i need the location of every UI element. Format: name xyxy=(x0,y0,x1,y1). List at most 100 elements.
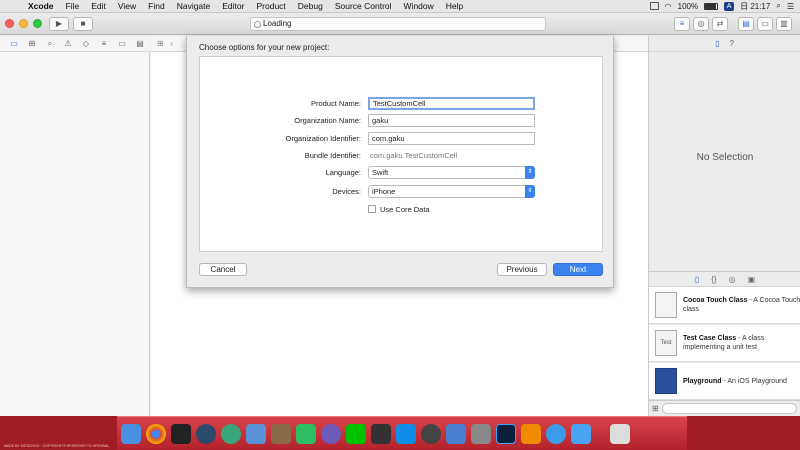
library-item-test-case-class[interactable]: Test Test Case Class - A class implement… xyxy=(649,325,800,362)
trash-icon[interactable] xyxy=(610,423,630,444)
menu-view[interactable]: View xyxy=(112,1,142,11)
unity-icon[interactable] xyxy=(371,423,391,444)
next-button[interactable]: Next xyxy=(553,263,603,276)
photoshop-icon[interactable] xyxy=(496,423,516,444)
no-selection-label: No Selection xyxy=(696,152,754,163)
teamviewer-icon[interactable] xyxy=(396,423,416,444)
use-core-data-checkbox[interactable] xyxy=(368,205,376,213)
terminal-icon[interactable] xyxy=(171,423,191,444)
stop-button[interactable]: ■ xyxy=(73,17,93,31)
menu-editor[interactable]: Editor xyxy=(216,1,250,11)
quick-help-icon[interactable]: ? xyxy=(729,39,733,48)
menu-find[interactable]: Find xyxy=(142,1,171,11)
file-template-library-icon[interactable]: ▯ xyxy=(695,275,699,284)
devices-row: Devices: iPhone ⇕ xyxy=(200,185,604,198)
object-library-icon[interactable]: ◎ xyxy=(729,275,736,284)
menu-debug[interactable]: Debug xyxy=(292,1,329,11)
menu-navigate[interactable]: Navigate xyxy=(171,1,217,11)
version-editor-icon[interactable]: ⇄ xyxy=(712,17,728,31)
bundle-identifier-row: Bundle Identifier: com.gaku.TestCustomCe… xyxy=(200,149,604,162)
devices-label: Devices: xyxy=(332,187,361,196)
menu-product[interactable]: Product xyxy=(250,1,291,11)
media-library-icon[interactable]: ▣ xyxy=(748,275,756,284)
test-navigator-icon[interactable]: ◇ xyxy=(81,39,91,48)
safari-icon[interactable] xyxy=(546,423,566,444)
xcode-icon[interactable] xyxy=(571,423,591,444)
grid-view-icon[interactable]: ⊞ xyxy=(652,404,659,413)
previous-button[interactable]: Previous xyxy=(497,263,547,276)
library-item-playground[interactable]: Playground - An iOS Playground xyxy=(649,363,800,400)
line-icon[interactable] xyxy=(346,423,366,444)
activity-viewer: Loading xyxy=(250,17,546,31)
organization-name-row: Organization Name: gaku xyxy=(200,114,604,127)
library-filter-input[interactable] xyxy=(661,403,797,414)
menu-window[interactable]: Window xyxy=(398,1,440,11)
language-row: Language: Swift ⇕ xyxy=(200,166,604,179)
back-icon[interactable]: ‹ xyxy=(170,39,173,48)
minimize-window-icon[interactable] xyxy=(19,19,28,28)
gimp-icon[interactable] xyxy=(271,423,291,444)
notification-center-icon[interactable]: ☰ xyxy=(787,2,794,11)
app-icon[interactable] xyxy=(421,423,441,444)
standard-editor-icon[interactable]: ≡ xyxy=(674,17,690,31)
spotlight-icon[interactable]: ⌕ xyxy=(776,1,780,11)
devices-select[interactable]: iPhone ⇕ xyxy=(368,185,535,198)
toggle-debug-area-icon[interactable]: ▭ xyxy=(757,17,773,31)
loading-spinner-icon xyxy=(254,21,261,28)
zoom-window-icon[interactable] xyxy=(33,19,42,28)
chevron-updown-icon: ⇕ xyxy=(525,166,535,179)
battery-icon[interactable] xyxy=(704,2,719,10)
cancel-button[interactable]: Cancel xyxy=(199,263,247,276)
navigator-tabs: ▭ ⊞ ⌕ ⚠ ◇ ≡ ▭ ▤ xyxy=(0,36,150,52)
menu-app[interactable]: Xcode xyxy=(22,1,60,11)
wifi-icon[interactable]: ◠ xyxy=(665,2,672,11)
menubar-clock[interactable]: 日 21:17 xyxy=(740,1,770,12)
find-navigator-icon[interactable]: ⌕ xyxy=(45,39,55,49)
atom-icon[interactable] xyxy=(221,423,241,444)
toggle-navigator-icon[interactable]: ▤ xyxy=(738,17,754,31)
debug-navigator-icon[interactable]: ≡ xyxy=(99,39,109,48)
utilities-pane: ▯ ? No Selection ▯ {} ◎ ▣ Cocoa Touch Cl… xyxy=(648,36,800,416)
vlc-icon[interactable] xyxy=(521,423,541,444)
library-item-cocoa-touch-class[interactable]: Cocoa Touch Class - A Cocoa Touch class xyxy=(649,287,800,324)
navigator-pane xyxy=(0,52,150,416)
chrome-icon[interactable] xyxy=(146,423,166,444)
issue-navigator-icon[interactable]: ⚠ xyxy=(63,39,73,48)
sheet-title: Choose options for your new project: xyxy=(199,43,330,52)
toggle-utilities-icon[interactable]: ▥ xyxy=(776,17,792,31)
symbol-navigator-icon[interactable]: ⊞ xyxy=(27,39,37,48)
input-source-icon[interactable]: A xyxy=(724,1,735,11)
evernote-icon[interactable] xyxy=(296,423,316,444)
file-inspector-icon[interactable]: ▯ xyxy=(715,39,719,48)
breakpoint-navigator-icon[interactable]: ▭ xyxy=(117,39,127,48)
use-core-data-label[interactable]: Use Core Data xyxy=(380,205,430,214)
code-snippet-library-icon[interactable]: {} xyxy=(711,275,716,284)
thunderbird-icon[interactable] xyxy=(246,423,266,444)
organization-name-field[interactable]: gaku xyxy=(368,114,535,127)
project-options-form: Product Name: TestCustomCell Organizatio… xyxy=(199,56,603,252)
close-window-icon[interactable] xyxy=(5,19,14,28)
battery-percent[interactable]: 100% xyxy=(678,2,698,11)
menu-help[interactable]: Help xyxy=(440,1,469,11)
organization-identifier-field[interactable]: com.gaku xyxy=(368,132,535,145)
finder-icon[interactable] xyxy=(121,423,141,444)
menu-source-control[interactable]: Source Control xyxy=(329,1,398,11)
menu-edit[interactable]: Edit xyxy=(85,1,112,11)
run-button[interactable]: ▶ xyxy=(49,17,69,31)
library-filter-bar: ⊞ xyxy=(649,400,800,416)
app-icon[interactable] xyxy=(196,423,216,444)
app-icon[interactable] xyxy=(321,423,341,444)
watermark-credit: MADE BY MITSCHOO · COPYRIGHTS RESERVED T… xyxy=(4,444,110,448)
report-navigator-icon[interactable]: ▤ xyxy=(135,39,145,48)
status-menu-icon[interactable] xyxy=(649,2,659,10)
app-icon[interactable] xyxy=(471,423,491,444)
language-select[interactable]: Swift ⇕ xyxy=(368,166,535,179)
inspector-tabs: ▯ ? xyxy=(649,36,800,52)
assistant-editor-icon[interactable]: ◎ xyxy=(693,17,709,31)
menu-file[interactable]: File xyxy=(60,1,86,11)
product-name-field[interactable]: TestCustomCell xyxy=(368,97,535,110)
related-items-icon[interactable]: ⊞ xyxy=(157,39,164,48)
keynote-icon[interactable] xyxy=(446,423,466,444)
library-item-title: Cocoa Touch Class xyxy=(683,297,748,304)
project-navigator-icon[interactable]: ▭ xyxy=(9,39,19,48)
